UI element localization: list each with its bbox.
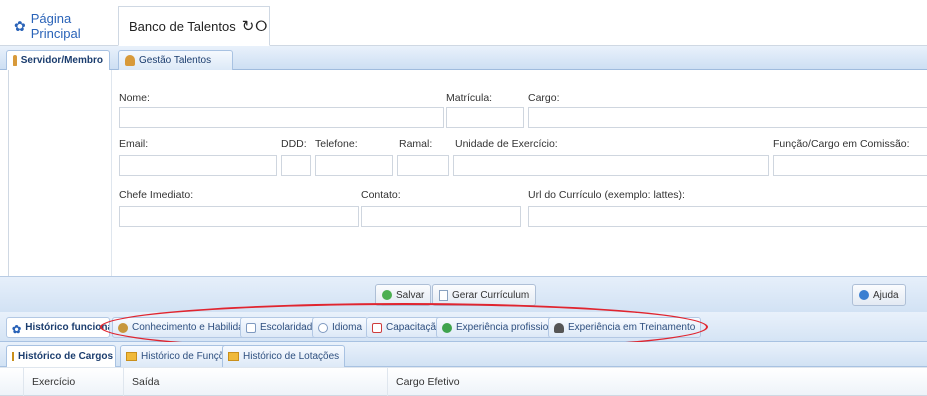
gear-icon: ✿ [12,323,22,336]
tab-historico-cargos[interactable]: Histórico de Cargos [6,345,116,367]
gear-icon: ✿ [14,17,26,34]
tab-servidor-membro[interactable]: Servidor/Membro [6,50,110,70]
column-header-exercicio[interactable]: Exercício [24,368,124,396]
cargo-label: Cargo: [528,92,560,104]
email-label: Email: [119,138,149,150]
people-icon [125,55,135,66]
folder-icon [126,352,137,361]
gerar-curriculum-button[interactable]: Gerar Currículum [432,284,537,306]
servidor-form: Nome: Matrícula: Cargo: Email: DDD: Tele… [8,70,927,276]
tab-banco-de-talentos-label: Banco de Talentos [129,18,236,34]
row-selector-header [0,368,24,396]
ddd-label: DDD: [281,138,307,150]
url-label: Url do Currículo (exemplo: lattes): [528,189,685,201]
tab-idioma-label: Idioma [332,322,363,333]
unidade-label: Unidade de Exercício: [455,138,558,150]
people-icon [118,322,128,333]
ajuda-button[interactable]: Ajuda [852,284,906,306]
contato-field[interactable] [361,206,521,227]
tab-historico-lotacoes[interactable]: Histórico de Lotações [222,345,346,367]
tab-gestao-talentos[interactable]: Gestão Talentos [118,50,233,70]
chat-icon [318,322,328,333]
document-icon [439,289,448,301]
reload-icon[interactable]: ↻⭘ [242,17,269,35]
tab-gestao-talentos-label: Gestão Talentos [139,55,212,66]
column-header-cargo-efetivo[interactable]: Cargo Efetivo [388,368,927,396]
help-icon [859,290,869,300]
gerar-curriculum-label: Gerar Currículum [452,289,530,301]
column-header-saida[interactable]: Saída [124,368,388,396]
tab-historico-cargos-label: Histórico de Cargos [18,351,114,362]
form-button-bar: Salvar Gerar Currículum Ajuda [0,276,927,312]
tab-experiencia-treinamento[interactable]: Experiência em Treinamento [548,317,702,338]
cargo-tab-bar: Histórico de Cargos Histórico de Funções… [0,342,927,367]
tab-pagina-principal-label: Página Principal [30,11,81,41]
cargo-field[interactable] [528,107,927,128]
funcao-field[interactable] [773,155,927,176]
tab-servidor-membro-label: Servidor/Membro [20,55,103,66]
email-field[interactable] [119,155,277,176]
tab-historico-funcional[interactable]: ✿ Histórico funcional [6,317,110,338]
save-icon [382,290,392,300]
nome-label: Nome: [119,92,150,104]
nome-field[interactable] [119,107,444,128]
telefone-label: Telefone: [315,138,358,150]
book-icon [246,322,256,333]
chefe-field[interactable] [119,206,359,227]
folder-icon [228,352,239,361]
tab-historico-funcional-label: Histórico funcional [25,322,110,333]
tab-conhecimento-habilidade[interactable]: Conhecimento e Habilidade [112,317,261,338]
tab-capacitacao-label: Capacitação [386,322,442,333]
user-icon [554,322,564,333]
telefone-field[interactable] [315,155,393,176]
ramal-field[interactable] [397,155,449,176]
globe-icon [442,322,452,333]
cargos-table-header: Exercício Saída Cargo Efetivo [0,367,927,396]
tab-conhecimento-label: Conhecimento e Habilidade [132,322,255,333]
unidade-field[interactable] [453,155,769,176]
tab-pagina-principal[interactable]: ✿ Página Principal [6,6,118,46]
salvar-button[interactable]: Salvar [375,284,432,306]
funcao-label: Função/Cargo em Comissão: [773,138,910,150]
tab-experiencia-profissional-label: Experiência profissional [456,322,562,333]
tab-historico-lotacoes-label: Histórico de Lotações [243,351,340,362]
matricula-label: Matrícula: [446,92,493,104]
history-tab-bar: ✿ Histórico funcional Conhecimento e Hab… [0,312,927,342]
matricula-field[interactable] [446,107,524,128]
ramal-label: Ramal: [399,138,433,150]
tab-escolaridade-label: Escolaridade [260,322,318,333]
contato-label: Contato: [361,189,401,201]
ddd-field[interactable] [281,155,311,176]
photo-column [9,70,112,276]
chefe-label: Chefe Imediato: [119,189,194,201]
tab-experiencia-treinamento-label: Experiência em Treinamento [568,322,696,333]
certificate-icon [372,322,382,333]
sub-tab-bar: Servidor/Membro Gestão Talentos [0,46,927,70]
top-tab-bar: ✿ Página Principal Banco de Talentos ↻⭘ [0,0,927,46]
user-icon [13,55,17,66]
tab-historico-funcoes-label: Histórico de Funções [141,351,235,362]
salvar-button-label: Salvar [396,289,425,301]
tab-idioma[interactable]: Idioma [312,317,369,338]
url-field[interactable] [528,206,927,227]
tab-banco-de-talentos[interactable]: Banco de Talentos ↻⭘ [118,6,270,46]
folder-icon [12,352,14,361]
ajuda-button-label: Ajuda [873,289,899,301]
